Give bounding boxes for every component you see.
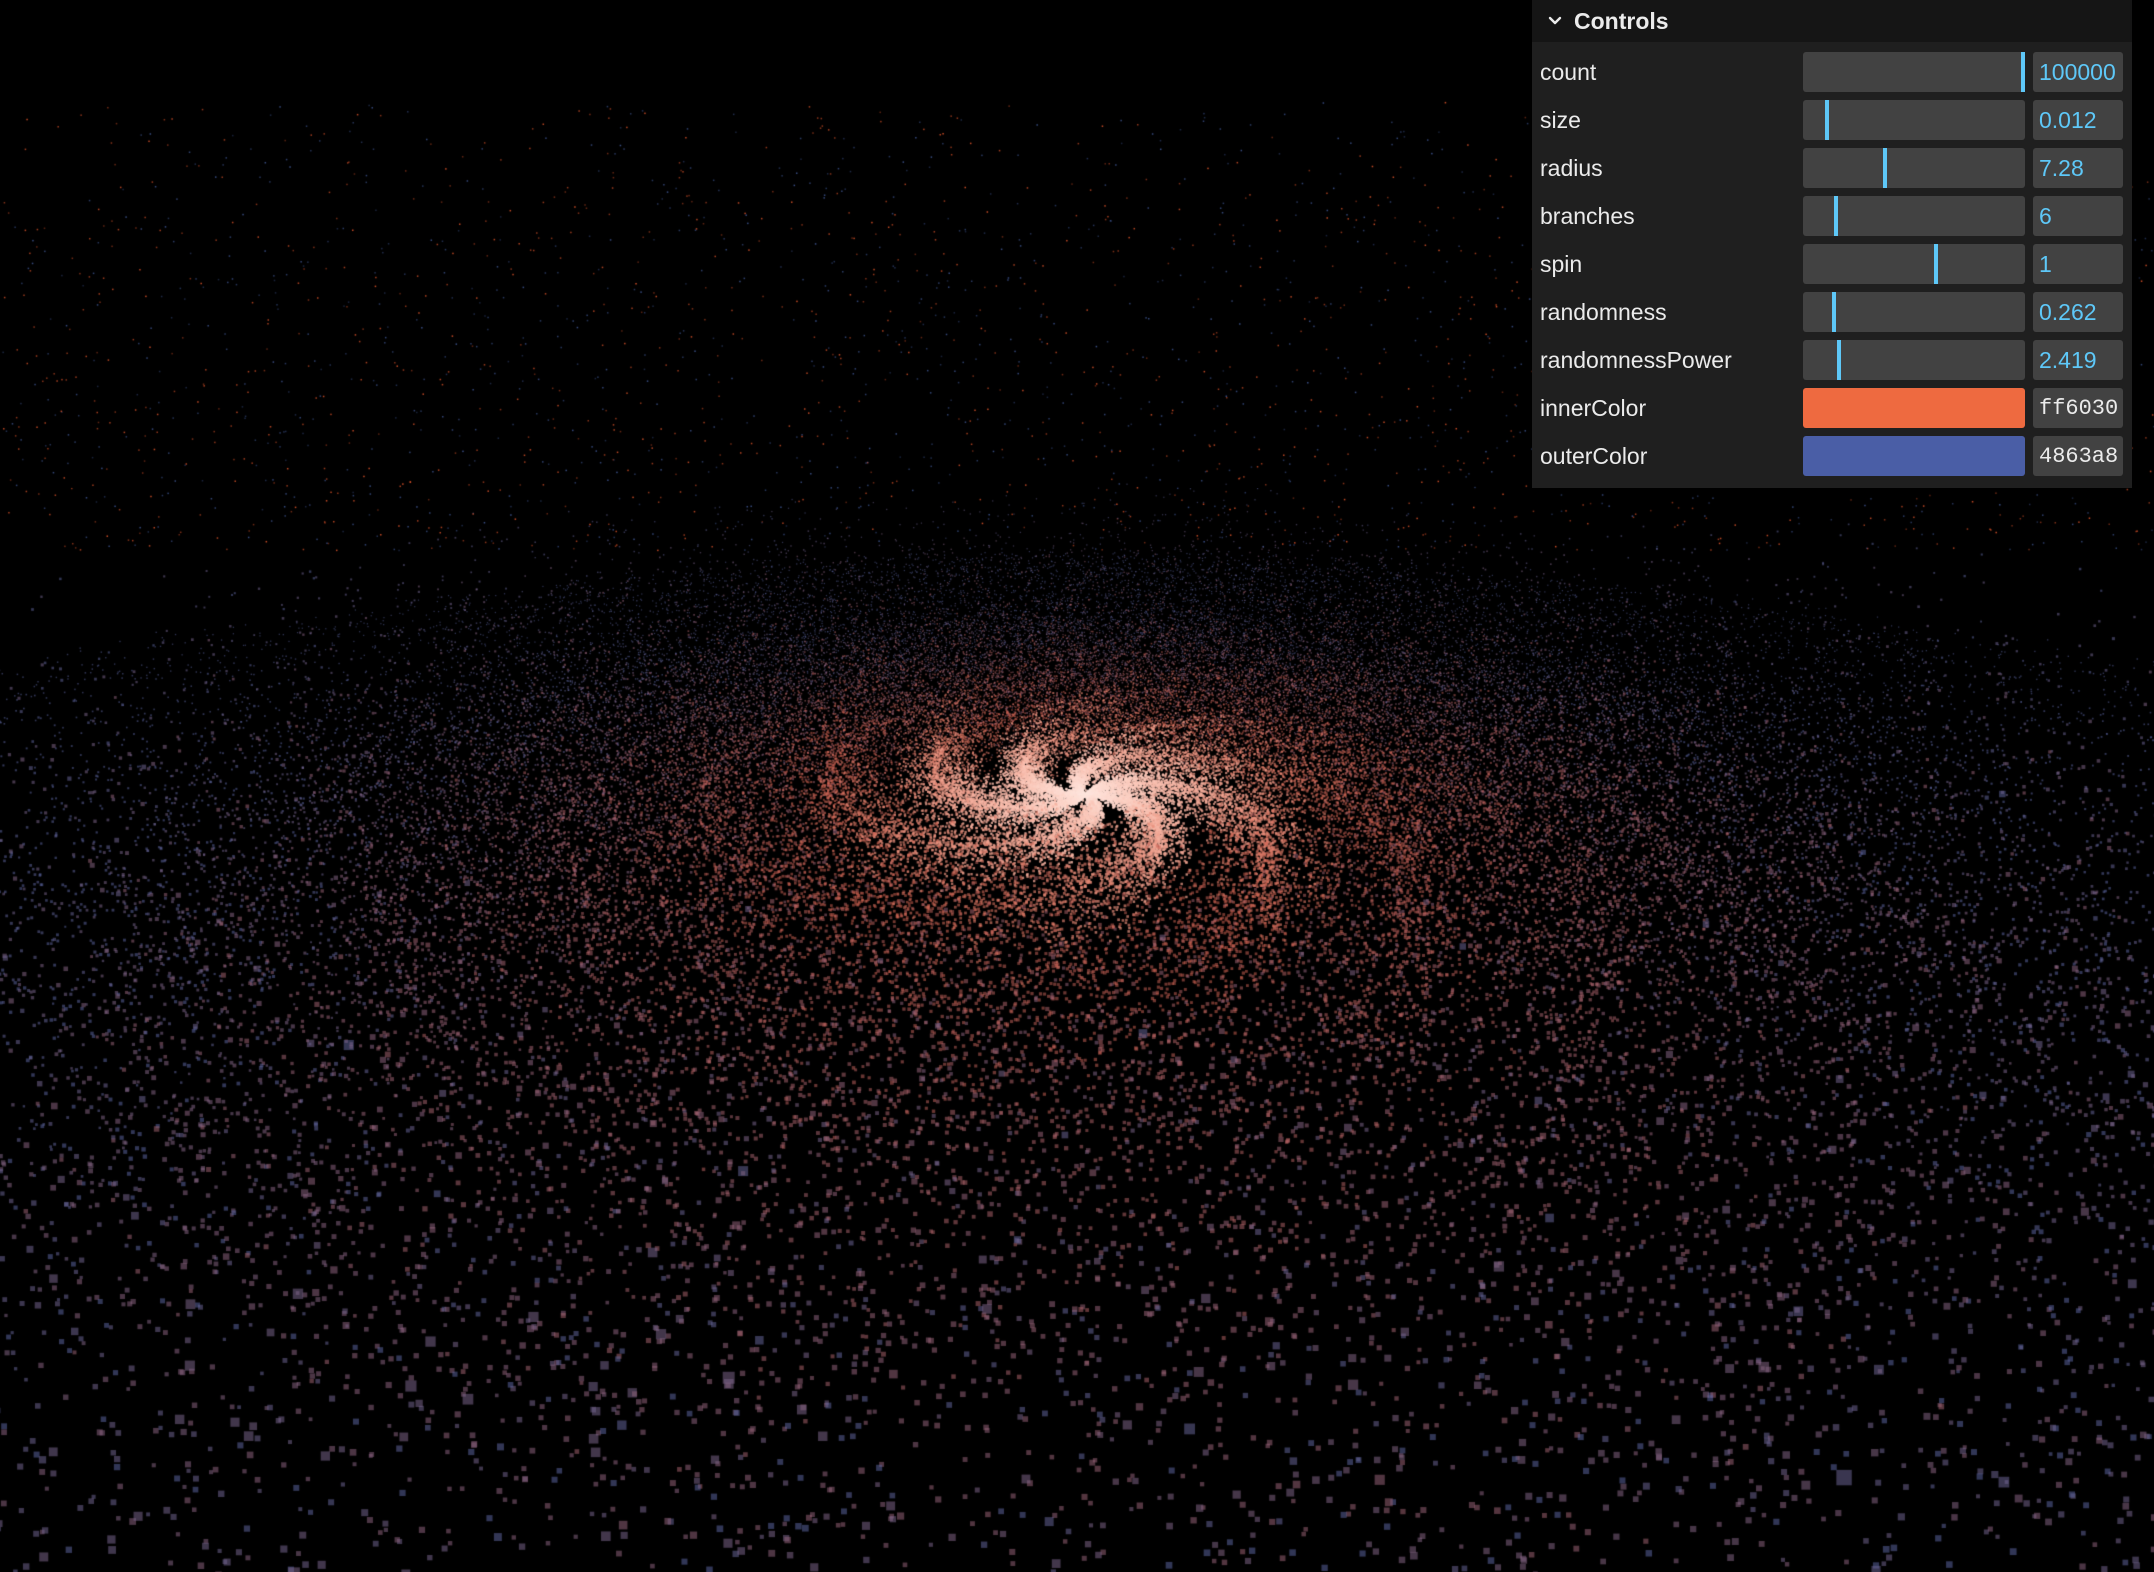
slider-handle[interactable] xyxy=(2021,52,2025,92)
control-randomness-power: randomnessPower xyxy=(1532,336,2132,384)
control-label: randomnessPower xyxy=(1540,346,1732,373)
spin-input[interactable] xyxy=(2033,244,2123,284)
outer-color-input[interactable] xyxy=(2033,436,2123,476)
slider-handle[interactable] xyxy=(1883,148,1888,188)
control-label: randomness xyxy=(1540,298,1667,325)
randomness-power-slider[interactable] xyxy=(1803,340,2025,380)
control-size: size xyxy=(1532,96,2132,144)
count-slider[interactable] xyxy=(1803,52,2025,92)
control-radius: radius xyxy=(1532,144,2132,192)
spin-slider[interactable] xyxy=(1803,244,2025,284)
control-label: size xyxy=(1540,106,1581,133)
control-label: outerColor xyxy=(1540,442,1648,469)
slider-handle[interactable] xyxy=(1832,292,1837,332)
randomness-input[interactable] xyxy=(2033,292,2123,332)
randomness-power-input[interactable] xyxy=(2033,340,2123,380)
control-label: count xyxy=(1540,58,1597,85)
branches-slider[interactable] xyxy=(1803,196,2025,236)
size-input[interactable] xyxy=(2033,100,2123,140)
control-label: innerColor xyxy=(1540,394,1647,421)
inner-color-swatch[interactable] xyxy=(1803,388,2025,428)
control-count: count xyxy=(1532,48,2132,96)
controls-panel: Controls count size radius branches xyxy=(1532,0,2132,488)
control-branches: branches xyxy=(1532,192,2132,240)
controls-list: count size radius branches xyxy=(1532,42,2132,488)
branches-input[interactable] xyxy=(2033,196,2123,236)
outer-color-swatch[interactable] xyxy=(1803,436,2025,476)
controls-panel-header[interactable]: Controls xyxy=(1532,0,2132,42)
control-inner-color: innerColor xyxy=(1532,384,2132,432)
control-randomness: randomness xyxy=(1532,288,2132,336)
slider-handle[interactable] xyxy=(1836,340,1841,380)
radius-slider[interactable] xyxy=(1803,148,2025,188)
size-slider[interactable] xyxy=(1803,100,2025,140)
chevron-down-icon xyxy=(1544,10,1566,32)
control-label: spin xyxy=(1540,250,1583,277)
slider-handle[interactable] xyxy=(1834,196,1839,236)
controls-panel-title: Controls xyxy=(1574,7,1669,34)
slider-handle[interactable] xyxy=(1934,244,1939,284)
control-outer-color: outerColor xyxy=(1532,432,2132,480)
control-label: radius xyxy=(1540,154,1603,181)
control-label: branches xyxy=(1540,202,1635,229)
control-spin: spin xyxy=(1532,240,2132,288)
radius-input[interactable] xyxy=(2033,148,2123,188)
slider-handle[interactable] xyxy=(1825,100,1830,140)
randomness-slider[interactable] xyxy=(1803,292,2025,332)
count-input[interactable] xyxy=(2033,52,2123,92)
inner-color-input[interactable] xyxy=(2033,388,2123,428)
